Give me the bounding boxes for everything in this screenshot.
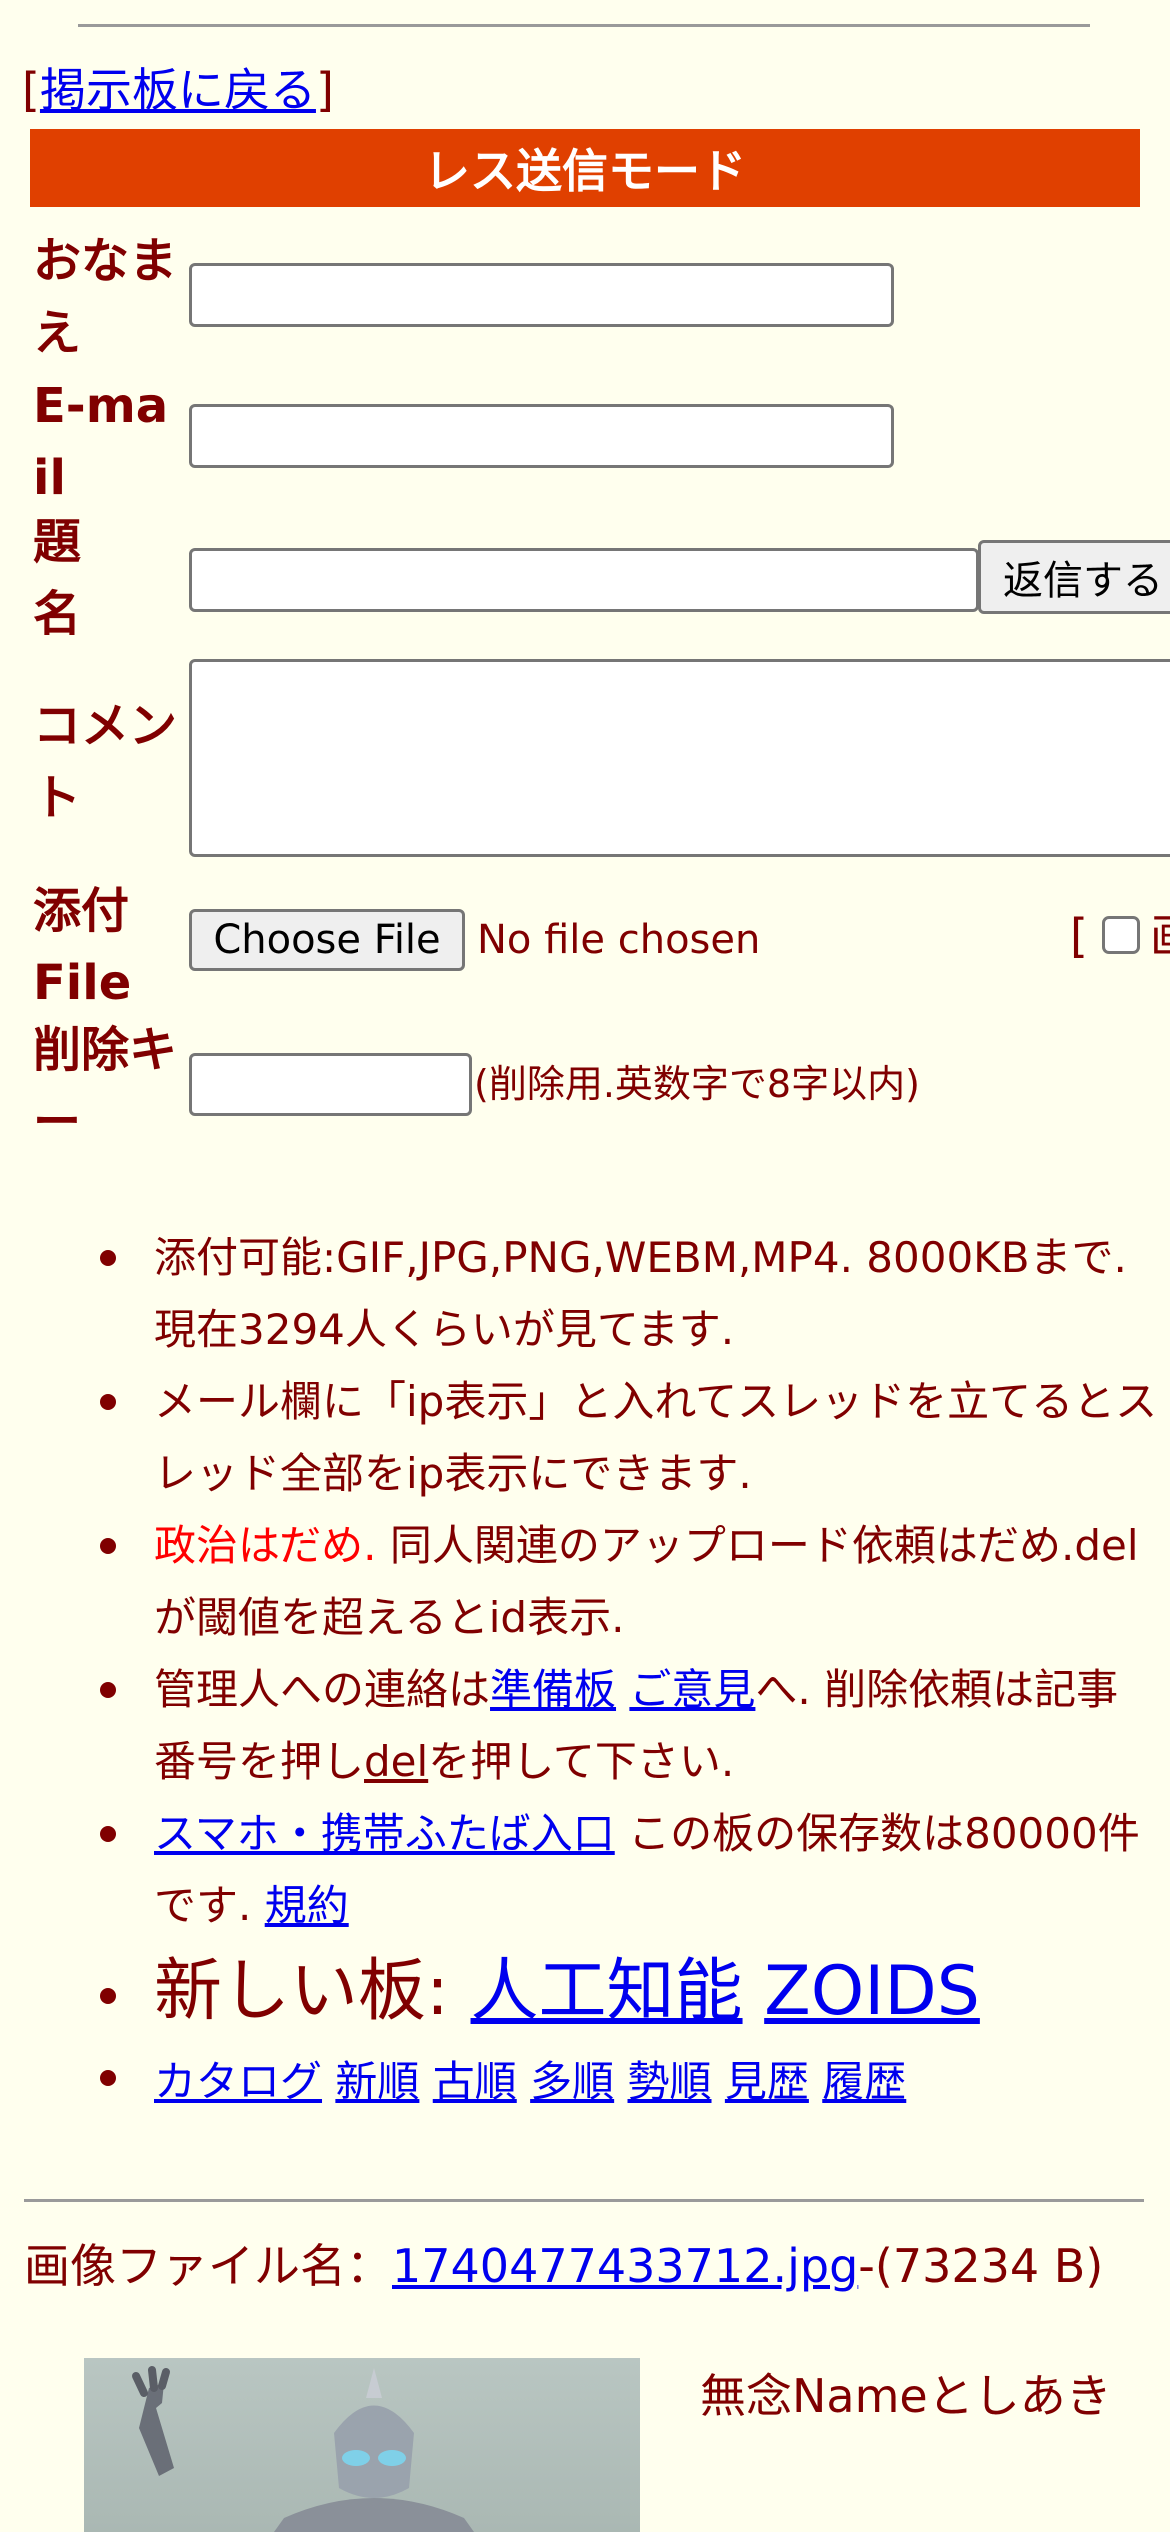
top-divider <box>78 24 1090 27</box>
image-checkbox-label: 画 <box>1150 906 1170 966</box>
note-rules-politics: 政治はだめ. <box>154 1521 377 1570</box>
delete-key-label: 削除キー <box>33 1022 178 1150</box>
image-file-link[interactable]: 1740477433712.jpg <box>392 2239 858 2293</box>
nav-oldest[interactable]: 古順 <box>433 2057 517 2106</box>
bracket-open: [ <box>22 63 40 117</box>
bullet <box>100 2070 116 2086</box>
note-mobile: スマホ・携帯ふたば入口 この板の保存数は80000件です. 規約 <box>0 1798 1170 1942</box>
file-label: 添付File <box>33 883 132 1011</box>
nav-most-replies[interactable]: 多順 <box>530 2057 614 2106</box>
choose-file-button[interactable]: Choose File <box>189 909 465 971</box>
back-to-board-link[interactable]: 掲示板に戻る <box>40 63 316 117</box>
name-label: おなまえ <box>33 233 178 361</box>
note-rules: 政治はだめ. 同人関連のアップロード依頼はだめ.delが閾値を超えるとid表示. <box>0 1510 1170 1654</box>
image-checkbox-bracket: [ <box>1070 909 1088 963</box>
nav-catalog[interactable]: カタログ <box>154 2057 322 2106</box>
bullet <box>100 1826 116 1842</box>
comment-label: コメント <box>33 698 178 826</box>
image-checkbox[interactable] <box>1102 916 1140 954</box>
delete-key-input[interactable] <box>189 1053 472 1116</box>
post-thumbnail-image[interactable] <box>84 2358 640 2532</box>
poster-name: 無念Nameとしあき <box>700 2369 1112 2423</box>
subject-input[interactable] <box>189 548 979 612</box>
reply-mode-banner: レス送信モード <box>30 129 1140 207</box>
note-ip-text: メール欄に「ip表示」と入れてスレッドを立てるとスレッド全部をip表示にできます… <box>154 1377 1158 1498</box>
zoids-board-link[interactable]: ZOIDS <box>764 1952 980 2031</box>
note-contact-c: を押して下さい. <box>428 1737 735 1786</box>
ai-board-link[interactable]: 人工知能 <box>471 1952 743 2031</box>
feedback-link[interactable]: ご意見 <box>629 1665 755 1714</box>
notes-list: 添付可能:GIF,JPG,PNG,WEBM,MP4. 8000KBまで. 現在3… <box>0 1222 1170 2118</box>
reply-submit-button[interactable]: 返信する <box>978 540 1170 614</box>
post-file-info: 画像ファイル名：1740477433712.jpg-(73234 B) <box>24 2236 1144 2296</box>
back-link-wrapper: [掲示板に戻る] <box>22 62 334 118</box>
email-input[interactable] <box>189 404 894 468</box>
mobile-entrance-link[interactable]: スマホ・携帯ふたば入口 <box>154 1809 615 1858</box>
thumbnail-illustration <box>132 2366 474 2532</box>
note-contact: 管理人への連絡は準備板 ご意見へ. 削除依頼は記事番号を押しdelを押して下さい… <box>0 1654 1170 1798</box>
bullet <box>100 1538 116 1554</box>
post-divider <box>24 2199 1144 2202</box>
bullet <box>100 1682 116 1698</box>
note-nav: カタログ 新順 古順 多順 勢順 見歴 履歴 <box>0 2042 1170 2118</box>
note-contact-a: 管理人への連絡は <box>154 1665 491 1714</box>
nav-momentum[interactable]: 勢順 <box>628 2057 712 2106</box>
note-attach: 添付可能:GIF,JPG,PNG,WEBM,MP4. 8000KBまで. 現在3… <box>0 1222 1170 1366</box>
delete-key-hint: (削除用.英数字で8字以内) <box>474 1062 920 1106</box>
bullet <box>100 1394 116 1410</box>
del-link[interactable]: del <box>364 1737 428 1786</box>
junbi-board-link[interactable]: 準備板 <box>490 1665 616 1714</box>
subject-label: 題名 <box>33 514 82 642</box>
no-file-chosen-text: No file chosen <box>477 917 761 963</box>
bracket-close: ] <box>315 63 334 117</box>
nav-viewed-history[interactable]: 見歴 <box>725 2057 809 2106</box>
new-boards-prefix: 新しい板: <box>154 1952 471 2031</box>
terms-link[interactable]: 規約 <box>265 1881 349 1930</box>
bullet <box>100 1250 116 1266</box>
bullet <box>100 1988 116 2004</box>
email-label: E-mail <box>33 378 169 506</box>
note-new-boards: 新しい板: 人工知能 ZOIDS <box>0 1942 1170 2042</box>
reply-mode-title: レス送信モード <box>424 144 746 198</box>
note-attach-text: 添付可能:GIF,JPG,PNG,WEBM,MP4. 8000KBまで. 現在3… <box>154 1233 1127 1354</box>
comment-textarea[interactable] <box>189 659 1170 857</box>
nav-post-history[interactable]: 履歴 <box>822 2057 906 2106</box>
note-ip: メール欄に「ip表示」と入れてスレッドを立てるとスレッド全部をip表示にできます… <box>0 1366 1170 1510</box>
file-name-prefix: 画像ファイル名： <box>24 2239 392 2293</box>
file-size: -(73234 B) <box>858 2239 1104 2293</box>
name-input[interactable] <box>189 263 894 327</box>
nav-newest[interactable]: 新順 <box>335 2057 419 2106</box>
